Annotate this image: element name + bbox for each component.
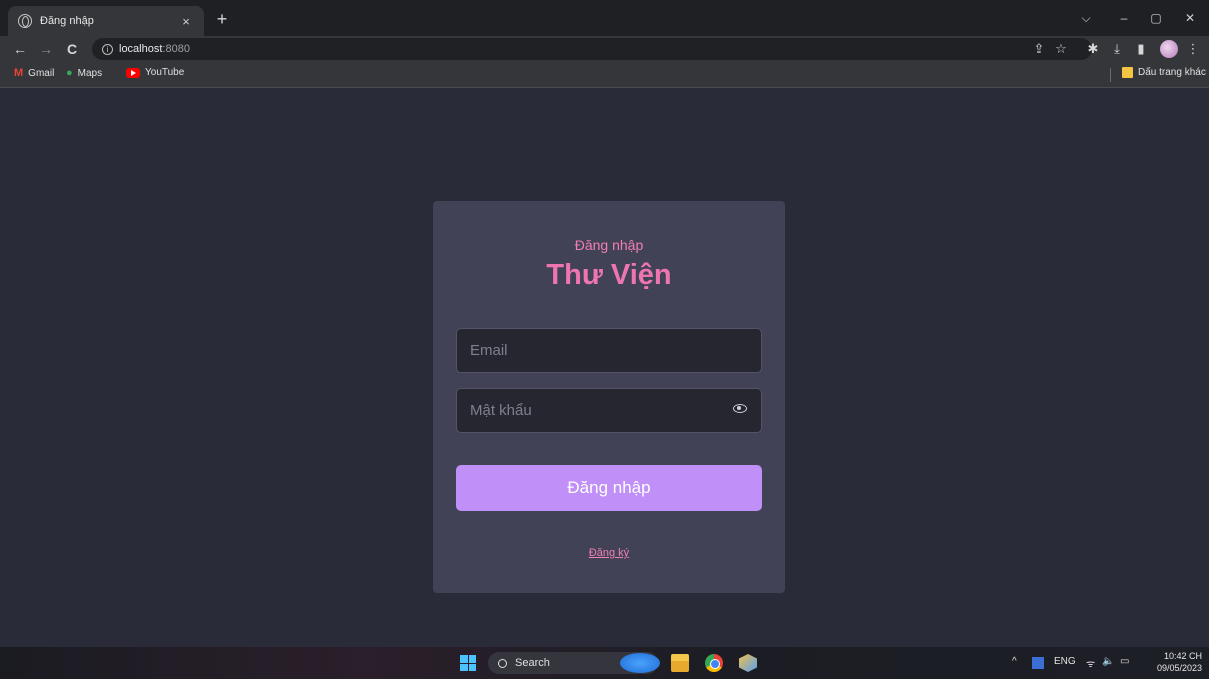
taskbar-search-label: Search: [515, 657, 550, 669]
minimize-button[interactable]: –: [1110, 8, 1138, 28]
language-indicator[interactable]: ENG: [1054, 656, 1076, 667]
taskbar: Search ^ ENG ᯤ 🔈 ▭ 10:42 CH 09/05/2023: [0, 647, 1209, 679]
clock-date: 09/05/2023: [1156, 663, 1202, 673]
browser-toolbar: ← → C i localhost:8080 ⇪ ☆ ✱ ⤓ ▮ ⋮: [0, 36, 1209, 62]
browser-tab[interactable]: Đăng nhập ×: [8, 6, 204, 36]
password-input[interactable]: [456, 388, 762, 433]
taskbar-clock[interactable]: 10:42 CH 09/05/2023: [1142, 650, 1202, 674]
battery-icon[interactable]: ▭: [1120, 656, 1129, 667]
side-panel-icon[interactable]: ▮: [1132, 40, 1150, 58]
clock-time: 10:42 CH: [1163, 651, 1202, 661]
tab-title: Đăng nhập: [40, 15, 94, 27]
login-subtitle: Đăng nhập: [574, 237, 644, 253]
maximize-button[interactable]: ▢: [1142, 8, 1170, 28]
bookmark-maps[interactable]: ● Maps: [66, 67, 102, 79]
windows-start-icon[interactable]: [460, 655, 476, 671]
close-tab-icon[interactable]: ×: [178, 14, 194, 29]
tray-chevron-icon[interactable]: ^: [1012, 656, 1017, 667]
gmail-icon: M: [14, 67, 24, 79]
bookmarks-bar: M Gmail ● Maps YouTube Dấu trang khác: [0, 62, 1209, 88]
register-link[interactable]: Đăng ký: [433, 547, 785, 559]
chrome-icon[interactable]: [705, 654, 723, 672]
browser-tab-strip: Đăng nhập × + ⌵ – ▢ ✕: [0, 0, 1209, 36]
extensions-icon[interactable]: ✱: [1084, 40, 1102, 58]
login-card: Đăng nhập Thư Viện Đăng nhập Đăng ký: [433, 201, 785, 593]
bookmarks-divider: [1110, 68, 1111, 82]
reload-button[interactable]: C: [62, 39, 82, 59]
bookmark-star-icon[interactable]: ☆: [1052, 40, 1070, 58]
show-password-icon[interactable]: [733, 404, 747, 413]
volume-icon[interactable]: 🔈: [1102, 656, 1114, 667]
folder-icon: [1122, 67, 1133, 78]
page-viewport: Đăng nhập Thư Viện Đăng nhập Đăng ký: [0, 89, 1209, 647]
bookmark-label: Gmail: [28, 67, 55, 79]
email-input[interactable]: [456, 328, 762, 373]
back-button[interactable]: ←: [10, 39, 30, 59]
forward-button[interactable]: →: [36, 39, 56, 59]
profile-avatar[interactable]: [1160, 40, 1178, 58]
other-bookmarks[interactable]: Dấu trang khác: [1122, 67, 1206, 78]
file-explorer-icon[interactable]: [671, 654, 689, 672]
other-bookmarks-label: Dấu trang khác: [1138, 67, 1206, 78]
maps-icon: ●: [66, 67, 73, 79]
url-port: :8080: [162, 43, 190, 55]
share-icon[interactable]: ⇪: [1030, 40, 1048, 58]
youtube-icon: [126, 67, 140, 78]
url-host: localhost: [119, 43, 163, 55]
download-icon[interactable]: ⤓: [1108, 40, 1126, 58]
login-title: Thư Viện: [546, 259, 672, 291]
tab-search-icon[interactable]: ⌵: [1072, 8, 1100, 28]
menu-icon[interactable]: ⋮: [1184, 40, 1202, 58]
new-tab-button[interactable]: +: [212, 8, 232, 30]
globe-icon: [18, 14, 32, 28]
bookmark-label: Maps: [77, 67, 103, 79]
site-info-icon[interactable]: i: [102, 43, 113, 55]
address-bar[interactable]: i localhost:8080: [92, 38, 1092, 60]
widgets-icon[interactable]: [620, 653, 660, 673]
bookmark-gmail[interactable]: M Gmail: [14, 67, 54, 79]
search-icon: [498, 658, 507, 668]
app-cube-icon[interactable]: [739, 654, 757, 672]
close-window-button[interactable]: ✕: [1176, 8, 1204, 28]
tray-app-icon[interactable]: [1032, 657, 1044, 669]
login-button[interactable]: Đăng nhập: [456, 465, 762, 511]
wifi-icon[interactable]: ᯤ: [1086, 656, 1095, 670]
bookmark-label: YouTube: [145, 67, 185, 78]
bookmark-youtube[interactable]: YouTube: [126, 67, 184, 78]
